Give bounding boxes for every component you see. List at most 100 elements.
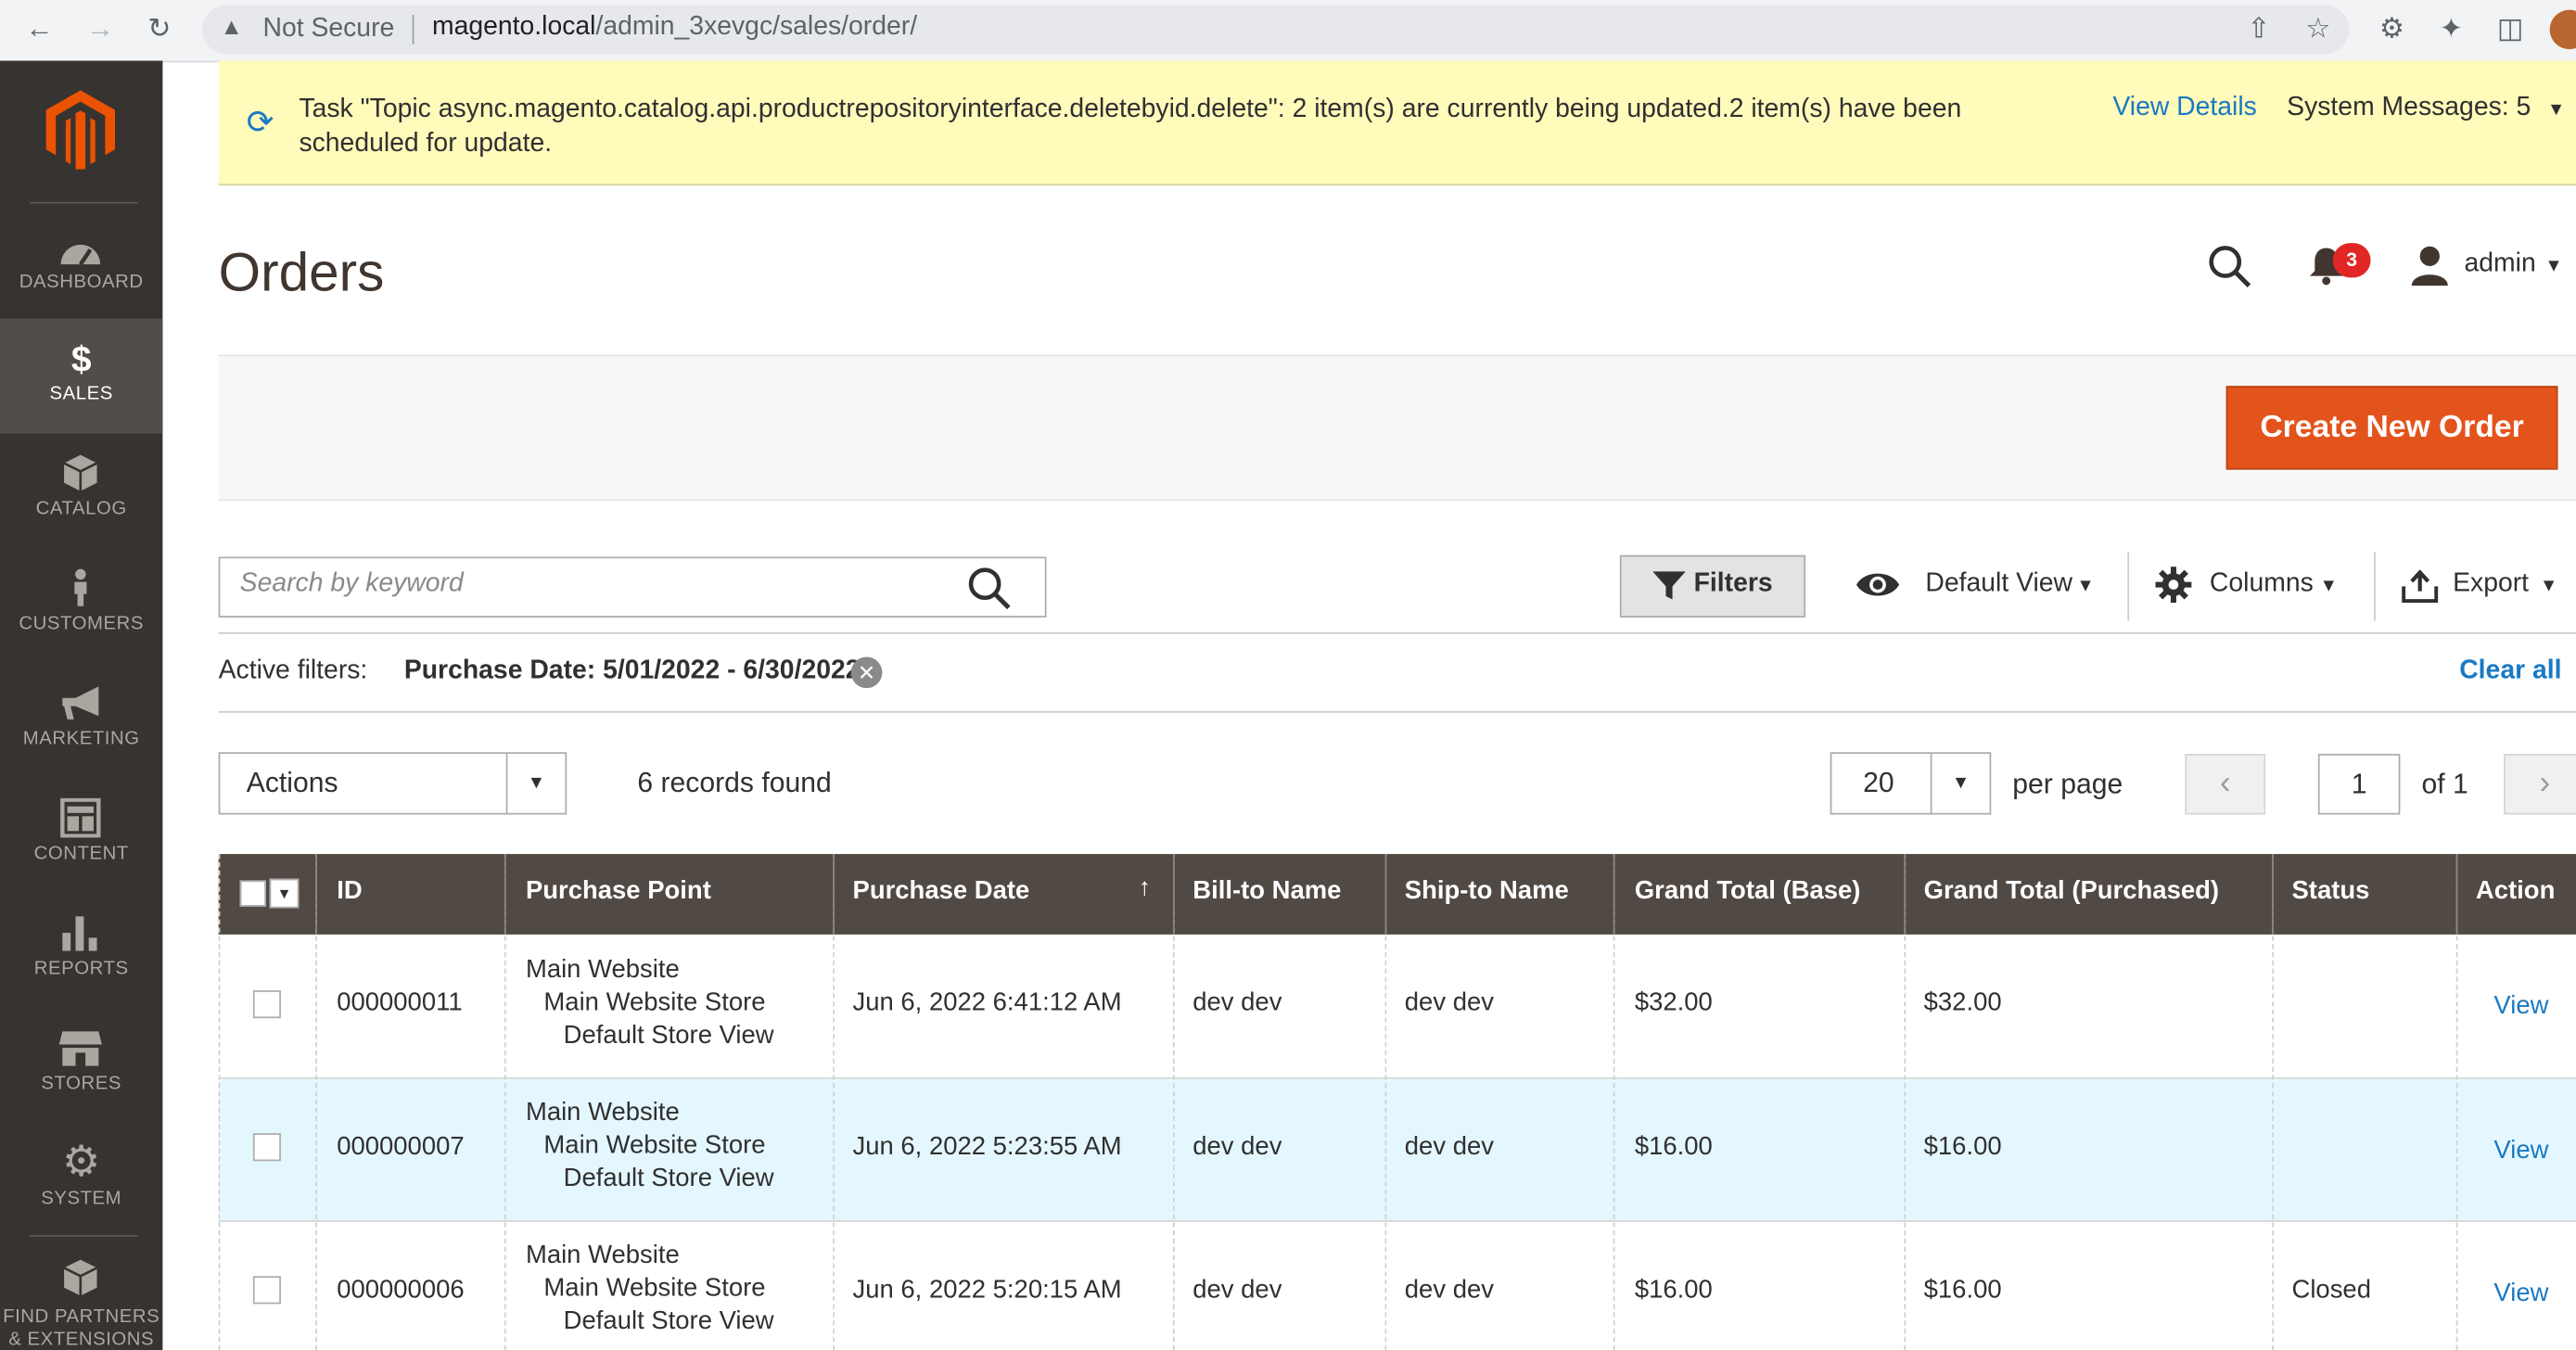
sidebar-item-content[interactable]: CONTENT (0, 779, 162, 894)
chevron-down-icon[interactable]: ▼ (2320, 577, 2338, 596)
purchase-point-store: Main Website Store (543, 1274, 766, 1303)
forward-arrow-icon[interactable]: → (81, 10, 121, 50)
create-new-order-button[interactable]: Create New Order (2225, 386, 2558, 470)
sidebar-label: MARKETING (22, 729, 140, 749)
ship-to-name: dev dev (1404, 1133, 1494, 1162)
bill-to-name: dev dev (1192, 1276, 1282, 1305)
chevron-down-icon[interactable]: ▼ (505, 754, 566, 813)
header-divider (2455, 854, 2458, 935)
reload-icon[interactable]: ↻ (140, 10, 180, 50)
sidebar-item-sales[interactable]: $ SALES (0, 318, 163, 434)
sidebar-item-stores[interactable]: STORES (0, 1009, 162, 1124)
sidebar-item-marketing[interactable]: MARKETING (0, 664, 162, 779)
bookmark-star-icon[interactable]: ☆ (2300, 11, 2336, 47)
sidebar-label: STORES (41, 1074, 121, 1094)
grand-total-purchased: $16.00 (1923, 1133, 2002, 1162)
filters-label[interactable]: Filters (1694, 570, 1773, 600)
column-header-purchase-point[interactable]: Purchase Point (526, 854, 711, 935)
view-order-link[interactable]: View (2493, 1137, 2548, 1166)
grid-left-border (218, 854, 223, 1350)
address-separator (412, 14, 414, 45)
header-divider (315, 854, 317, 935)
purchase-date: Jun 6, 2022 5:23:55 AM (852, 1133, 1122, 1162)
export-icon (2402, 569, 2439, 604)
toolbar-divider-line (218, 631, 2576, 634)
megaphone-icon (62, 686, 99, 720)
header-divider (504, 854, 506, 935)
view-order-link[interactable]: View (2493, 992, 2548, 1022)
purchase-point-store: Main Website Store (543, 988, 766, 1017)
chevron-down-icon[interactable]: ▼ (2076, 577, 2094, 596)
admin-username[interactable]: admin (2465, 249, 2536, 279)
purchase-point-website: Main Website (525, 1098, 680, 1127)
warning-triangle-icon[interactable]: ▲ (220, 13, 243, 39)
column-header-id[interactable]: ID (337, 854, 362, 935)
system-messages-toggle[interactable]: System Messages: 5 ▼ (2287, 94, 2565, 123)
view-order-link[interactable]: View (2493, 1280, 2548, 1309)
sidebar-divider (29, 1235, 138, 1237)
magento-logo[interactable] (45, 90, 116, 170)
per-page-value: 20 (1863, 767, 1894, 798)
current-page-input[interactable]: 1 (2317, 754, 2401, 815)
export-selector[interactable]: Export (2453, 570, 2529, 600)
row-checkbox[interactable] (252, 1276, 281, 1305)
select-all-checkbox[interactable] (239, 880, 267, 907)
purchase-point-view: Default Store View (563, 1306, 774, 1336)
purchase-point-view: Default Store View (563, 1164, 774, 1192)
chevron-down-icon[interactable]: ▼ (2544, 256, 2562, 275)
extension-gear-icon[interactable]: ⚙ (2374, 11, 2410, 47)
row-checkbox[interactable] (252, 1133, 281, 1162)
column-header-ship-to-name[interactable]: Ship-to Name (1405, 854, 1569, 935)
row-checkbox[interactable] (252, 990, 281, 1019)
sidebar-item-partners[interactable]: FIND PARTNERS & EXTENSIONS (0, 1239, 162, 1350)
security-label[interactable]: Not Secure (262, 15, 394, 45)
url-text[interactable]: magento.local/admin_3xevgc/sales/order/ (432, 13, 917, 43)
back-arrow-icon[interactable]: ← (19, 10, 59, 50)
layout-icon (60, 797, 101, 838)
remove-filter-icon[interactable]: ✕ (850, 656, 883, 689)
total-pages-label: of 1 (2421, 768, 2468, 800)
column-header-grand-total-base[interactable]: Grand Total (Base) (1635, 854, 1861, 935)
dashboard-icon (60, 244, 101, 266)
sidebar-label: CONTENT (33, 844, 129, 864)
chevron-down-icon[interactable]: ▼ (1930, 754, 1990, 813)
clear-all-filters-link[interactable]: Clear all (2459, 657, 2561, 687)
share-icon[interactable]: ⇧ (2241, 11, 2277, 47)
page-title: Orders (218, 241, 385, 302)
chevron-down-icon[interactable]: ▼ (2540, 577, 2557, 596)
column-header-purchase-date[interactable]: Purchase Date (853, 854, 1030, 935)
view-details-link[interactable]: View Details (2112, 94, 2256, 123)
search-icon[interactable] (964, 564, 1014, 613)
boxes-icon (63, 1259, 98, 1296)
column-header-status[interactable]: Status (2291, 854, 2369, 935)
bill-to-name: dev dev (1192, 1133, 1282, 1162)
columns-selector[interactable]: Columns (2210, 570, 2314, 600)
chevron-down-icon[interactable]: ▼ (269, 878, 300, 909)
column-header-action: Action (2475, 876, 2556, 905)
cube-icon (63, 454, 98, 491)
order-status: Closed (2291, 1276, 2371, 1305)
sidebar-item-reports[interactable]: REPORTS (0, 894, 162, 1009)
sidebar-item-dashboard[interactable]: DASHBOARD (0, 207, 162, 322)
sidebar-item-system[interactable]: ⚙ SYSTEM (0, 1124, 162, 1239)
side-panel-icon[interactable]: ◫ (2493, 11, 2529, 47)
column-header-grand-total-purchased[interactable]: Grand Total (Purchased) (1924, 854, 2219, 935)
page-actions-bar (218, 354, 2576, 502)
view-selector[interactable]: Default View (1925, 570, 2072, 600)
search-icon[interactable] (2206, 243, 2252, 289)
user-icon[interactable] (2408, 243, 2451, 287)
sidebar-item-catalog[interactable]: CATALOG (0, 434, 162, 549)
next-page-button[interactable]: › (2504, 754, 2576, 815)
filters-divider-line (218, 710, 2576, 713)
eye-icon (1855, 573, 1900, 596)
header-divider (1384, 854, 1387, 935)
purchase-point-website: Main Website (525, 1242, 680, 1270)
sidebar-label: CUSTOMERS (19, 614, 144, 634)
purchase-point-view: Default Store View (563, 1021, 774, 1050)
sort-ascending-icon[interactable]: ↑ (1139, 873, 1151, 901)
previous-page-button[interactable]: ‹ (2185, 754, 2266, 815)
column-header-bill-to-name[interactable]: Bill-to Name (1192, 854, 1341, 935)
sidebar-item-customers[interactable]: CUSTOMERS (0, 549, 162, 664)
puzzle-icon[interactable]: ✦ (2433, 11, 2469, 47)
active-filter-chip: Purchase Date: 5/01/2022 - 6/30/2022 (403, 656, 861, 685)
